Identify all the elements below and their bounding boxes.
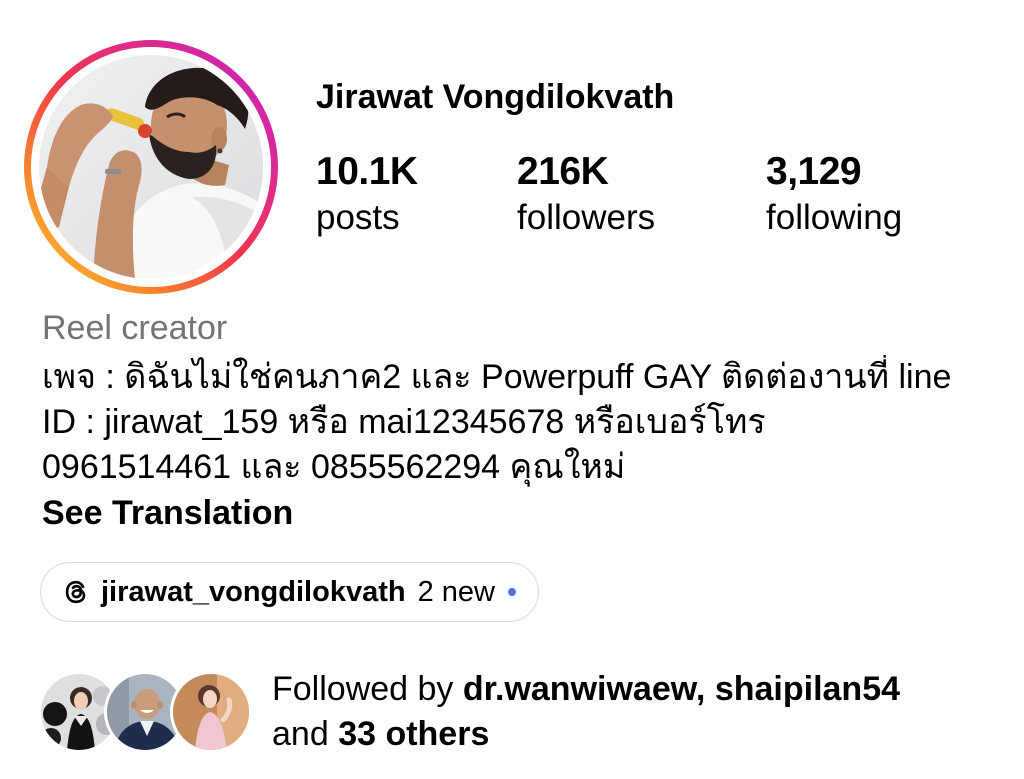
new-indicator-dot [507,588,516,596]
photo-earring [217,148,223,154]
avatar-face [74,692,88,710]
threads-icon [61,577,91,607]
followed-by-text: Followed by dr.wanwiwaew, shaipilan54 an… [272,667,972,757]
see-translation-button[interactable]: See Translation [42,491,293,536]
stat-followers[interactable]: 216K followers [517,150,655,239]
stat-following-label: following [766,198,903,237]
black-balloon [41,728,61,748]
stat-posts[interactable]: 10.1K posts [316,150,418,239]
mutual-avatar-image [173,674,249,750]
bio-line: 0961514461 และ 0855562294 คุณใหม่ [42,448,626,486]
followed-by-others-line: and 33 others [272,712,972,757]
stat-posts-count: 10.1K [316,150,418,193]
avatar-ear [131,701,137,709]
username-separator: , [695,670,706,708]
avatar-face [203,690,217,708]
profile-avatar-story-ring[interactable] [24,40,278,294]
photo-finger-ring [105,169,121,174]
mutual-username: dr.wanwiwaew [462,670,696,708]
mutual-avatar [170,671,252,753]
mutual-username: shaipilan54 [714,670,901,708]
bio-line: เพจ : ดิฉันไม่ใช่คนภาค2 และ Powerpuff GA… [42,358,952,396]
avatar-ear [157,701,163,709]
followed-by-conjunction: and [272,715,329,753]
threads-icon-glyph [65,580,86,604]
stat-followers-label: followers [517,198,656,237]
stat-followers-count: 216K [517,150,609,193]
photo-held-item-tip [138,124,152,138]
profile-name: Jirawat Vongdilokvath [316,78,675,116]
followed-by-section[interactable]: Followed by dr.wanwiwaew, shaipilan54 an… [38,667,978,759]
bio-line: ID : jirawat_159 หรือ mai12345678 หรือเบ… [42,403,766,441]
threads-profile-link[interactable]: jirawat_vongdilokvath 2 new [40,562,539,622]
profile-photo-image [39,55,263,279]
avatar-head [134,689,160,719]
black-balloon [43,702,67,726]
profile-category: Reel creator [42,309,228,347]
followed-by-line: Followed by dr.wanwiwaew, shaipilan54 [272,667,972,712]
profile-photo [39,55,263,279]
stat-posts-label: posts [316,198,400,237]
bio: เพจ : ดิฉันไม่ใช่คนภาค2 และ Powerpuff GA… [42,355,1012,490]
stat-following-count: 3,129 [766,150,862,193]
threads-new-count: 2 new [417,575,495,608]
threads-handle: jirawat_vongdilokvath [101,575,406,608]
followed-by-prefix: Followed by [272,670,454,708]
followed-by-others-count: 33 others [338,715,490,753]
stat-following[interactable]: 3,129 following [766,150,902,239]
